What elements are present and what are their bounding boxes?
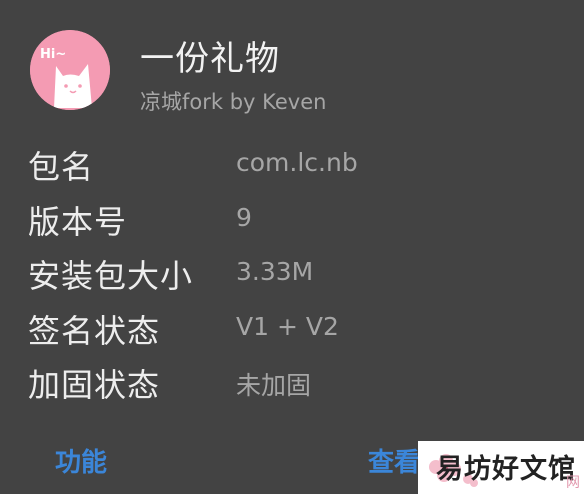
info-row-signature: 签名状态 V1 + V2 — [28, 302, 568, 357]
info-label: 签名状态 — [28, 311, 161, 350]
info-value: V1 + V2 — [236, 311, 339, 341]
app-info-dialog: Hi~ 一份礼物 凉城fork by Keven 包名 com.lc.nb 版本… — [0, 0, 584, 494]
info-value: 未加固 — [236, 371, 312, 400]
view-button[interactable]: 查看 — [368, 442, 420, 479]
info-value: 3.33M — [236, 257, 314, 286]
info-row-version: 版本号 9 — [28, 193, 568, 248]
info-value: 9 — [236, 202, 252, 232]
app-header: Hi~ 一份礼物 凉城fork by Keven — [30, 28, 570, 114]
cat-icon: Hi~ — [30, 30, 110, 110]
info-label: 安装包大小 — [28, 257, 194, 295]
watermark: 易坊好文馆 网 — [418, 441, 584, 494]
info-label: 加固状态 — [28, 366, 161, 404]
info-value: com.lc.nb — [236, 148, 358, 177]
app-name: 一份礼物 — [140, 39, 280, 79]
info-label: 包名 — [28, 148, 95, 186]
app-info-list: 包名 com.lc.nb 版本号 9 安装包大小 3.33M 签名状态 V1 +… — [28, 138, 568, 411]
watermark-mark: 网 — [566, 475, 580, 491]
info-row-hardening: 加固状态 未加固 — [28, 356, 568, 411]
app-subtitle: 凉城fork by Keven — [140, 90, 327, 114]
watermark-text: 易坊好文馆 — [436, 454, 576, 485]
info-label: 版本号 — [28, 202, 128, 241]
info-row-size: 安装包大小 3.33M — [28, 247, 568, 302]
app-icon: Hi~ — [30, 30, 110, 110]
avatar-greeting: Hi~ — [40, 47, 66, 62]
info-row-package: 包名 com.lc.nb — [28, 138, 568, 193]
functions-button[interactable]: 功能 — [55, 442, 107, 479]
